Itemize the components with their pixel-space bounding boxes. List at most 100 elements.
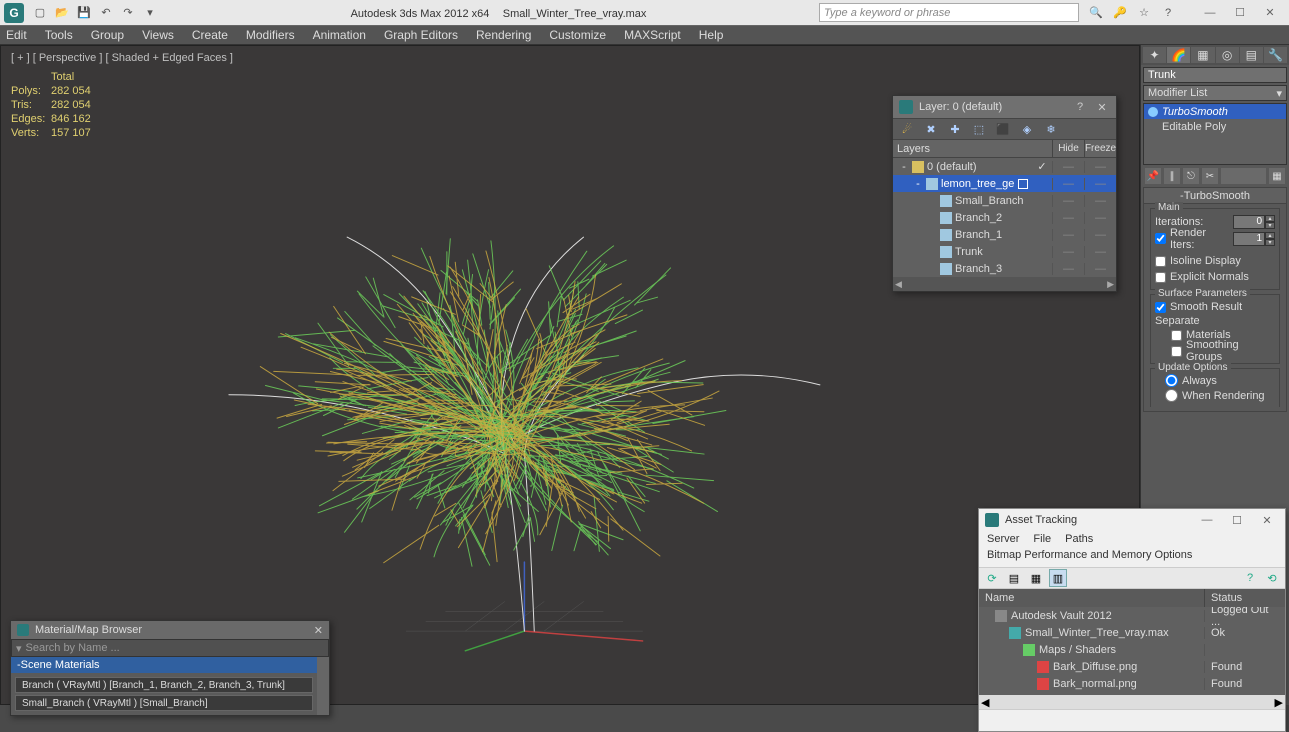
open-icon[interactable]: 📂 [54, 5, 70, 21]
redo-icon[interactable]: ↷ [120, 5, 136, 21]
layer-row[interactable]: Trunk—— [893, 243, 1116, 260]
menu-group[interactable]: Group [91, 28, 124, 42]
update-always-radio[interactable] [1165, 374, 1178, 387]
modifier-stack[interactable]: TurboSmooth Editable Poly [1143, 103, 1287, 165]
spinner-up-icon[interactable]: ▴ [1265, 215, 1275, 222]
col-hide[interactable]: Hide [1052, 140, 1084, 157]
make-unique-icon[interactable]: ⎋ [1183, 168, 1199, 184]
menu-views[interactable]: Views [142, 28, 174, 42]
layer-row[interactable]: Branch_2—— [893, 209, 1116, 226]
col-layers[interactable]: Layers [893, 140, 1052, 157]
tab-utilities-icon[interactable]: 🔧 [1264, 47, 1287, 63]
spinner-up-icon[interactable]: ▴ [1265, 232, 1275, 239]
view-tree-icon[interactable]: ▦ [1027, 569, 1045, 587]
layer-row[interactable]: Branch_3—— [893, 260, 1116, 277]
asset-row[interactable]: Small_Winter_Tree_vray.maxOk [979, 624, 1285, 641]
menu-maxscript[interactable]: MAXScript [624, 28, 681, 42]
layer-row[interactable]: -lemon_tree_geo_2—— [893, 175, 1116, 192]
hide-layer-icon[interactable]: ◈ [1019, 121, 1035, 137]
new-icon[interactable]: ▢ [32, 5, 48, 21]
layer-dialog-titlebar[interactable]: Layer: 0 (default) ? ✕ [893, 96, 1116, 118]
key-icon[interactable]: 🔑 [1111, 4, 1129, 22]
maximize-button[interactable]: ☐ [1225, 3, 1255, 23]
asset-hscroll[interactable]: ◀▶ [979, 695, 1285, 709]
tab-hierarchy-icon[interactable]: ▦ [1191, 47, 1214, 63]
col-status[interactable]: Status [1205, 589, 1285, 607]
menu-tools[interactable]: Tools [45, 28, 73, 42]
show-end-result-icon[interactable]: ∥ [1164, 168, 1180, 184]
menu-modifiers[interactable]: Modifiers [246, 28, 295, 42]
tab-motion-icon[interactable]: ◎ [1216, 47, 1239, 63]
menu-graph-editors[interactable]: Graph Editors [384, 28, 458, 42]
dropdown-icon[interactable]: ▾ [16, 642, 22, 655]
menu-rendering[interactable]: Rendering [476, 28, 531, 42]
stack-item-editable-poly[interactable]: Editable Poly [1144, 119, 1286, 134]
material-browser-titlebar[interactable]: Material/Map Browser ✕ [11, 621, 329, 639]
help-icon[interactable]: ? [1241, 569, 1259, 587]
star-icon[interactable]: ☆ [1135, 4, 1153, 22]
minimize-button[interactable]: — [1195, 511, 1219, 529]
asset-tree[interactable]: Autodesk Vault 2012Logged Out ...Small_W… [979, 607, 1285, 695]
viewport-label[interactable]: [ + ] [ Perspective ] [ Shaded + Edged F… [11, 52, 233, 64]
explicit-normals-checkbox[interactable] [1155, 272, 1166, 283]
material-search-input[interactable]: ▾ Search by Name ... [11, 639, 329, 657]
delete-layer-icon[interactable]: ✖ [923, 121, 939, 137]
tab-display-icon[interactable]: ▤ [1240, 47, 1263, 63]
select-layer-icon[interactable]: ⬚ [971, 121, 987, 137]
asset-row[interactable]: Maps / Shaders [979, 641, 1285, 658]
maximize-button[interactable]: ☐ [1225, 511, 1249, 529]
view-table-icon[interactable]: ▥ [1049, 569, 1067, 587]
layer-row[interactable]: -0 (default)✓—— [893, 158, 1116, 175]
material-item[interactable]: Branch ( VRayMtl ) [Branch_1, Branch_2, … [15, 677, 313, 693]
help-search-input[interactable]: Type a keyword or phrase [819, 3, 1079, 22]
material-item[interactable]: Small_Branch ( VRayMtl ) [Small_Branch] [15, 695, 313, 711]
iterations-input[interactable] [1233, 215, 1265, 229]
asset-row[interactable]: Autodesk Vault 2012Logged Out ... [979, 607, 1285, 624]
new-layer-icon[interactable]: ☄ [899, 121, 915, 137]
configure-sets-icon[interactable]: ▦ [1269, 168, 1285, 184]
menu-create[interactable]: Create [192, 28, 228, 42]
highlight-layer-icon[interactable]: ⬛ [995, 121, 1011, 137]
options-icon[interactable]: ⟲ [1263, 569, 1281, 587]
close-icon[interactable]: ✕ [1094, 99, 1110, 115]
smoothing-groups-checkbox[interactable] [1171, 346, 1182, 357]
add-to-layer-icon[interactable]: ✚ [947, 121, 963, 137]
tab-create-icon[interactable]: ✦ [1143, 47, 1166, 63]
render-iters-input[interactable] [1233, 232, 1265, 246]
menu-file[interactable]: File [1033, 533, 1051, 549]
menu-bitmap-options[interactable]: Bitmap Performance and Memory Options [987, 549, 1192, 565]
menu-help[interactable]: Help [699, 28, 724, 42]
help-icon[interactable]: ? [1159, 4, 1177, 22]
layer-row[interactable]: Branch_1—— [893, 226, 1116, 243]
spinner-down-icon[interactable]: ▾ [1265, 239, 1275, 246]
refresh-icon[interactable]: ⟳ [983, 569, 1001, 587]
update-when-rendering-radio[interactable] [1165, 389, 1178, 402]
menu-paths[interactable]: Paths [1065, 533, 1093, 549]
close-button[interactable]: ✕ [1255, 511, 1279, 529]
tab-modify-icon[interactable]: 🌈 [1167, 47, 1190, 63]
view-list-icon[interactable]: ▤ [1005, 569, 1023, 587]
asset-tracking-titlebar[interactable]: Asset Tracking — ☐ ✕ [979, 509, 1285, 531]
material-vscroll[interactable] [317, 657, 329, 715]
bulb-icon[interactable] [1148, 107, 1158, 117]
freeze-layer-icon[interactable]: ❄ [1043, 121, 1059, 137]
undo-icon[interactable]: ↶ [98, 5, 114, 21]
pin-stack-icon[interactable]: 📌 [1145, 168, 1161, 184]
menu-server[interactable]: Server [987, 533, 1019, 549]
scene-materials-section[interactable]: - Scene Materials [11, 657, 317, 673]
spinner-down-icon[interactable]: ▾ [1265, 222, 1275, 229]
remove-modifier-icon[interactable]: ✂ [1202, 168, 1218, 184]
qat-dropdown-icon[interactable]: ▾ [142, 5, 158, 21]
app-logo[interactable]: G [4, 3, 24, 23]
close-icon[interactable]: ✕ [314, 624, 323, 637]
save-icon[interactable]: 💾 [76, 5, 92, 21]
modifier-list-dropdown[interactable]: Modifier List▾ [1143, 85, 1287, 101]
col-freeze[interactable]: Freeze [1084, 140, 1116, 157]
render-iters-checkbox[interactable] [1155, 233, 1166, 244]
close-button[interactable]: ✕ [1255, 3, 1285, 23]
menu-customize[interactable]: Customize [549, 28, 606, 42]
layer-tree[interactable]: -0 (default)✓——-lemon_tree_geo_2——Small_… [893, 158, 1116, 277]
object-name-field[interactable]: Trunk [1143, 67, 1287, 83]
smooth-result-checkbox[interactable] [1155, 302, 1166, 313]
stack-item-turbosmooth[interactable]: TurboSmooth [1144, 104, 1286, 119]
